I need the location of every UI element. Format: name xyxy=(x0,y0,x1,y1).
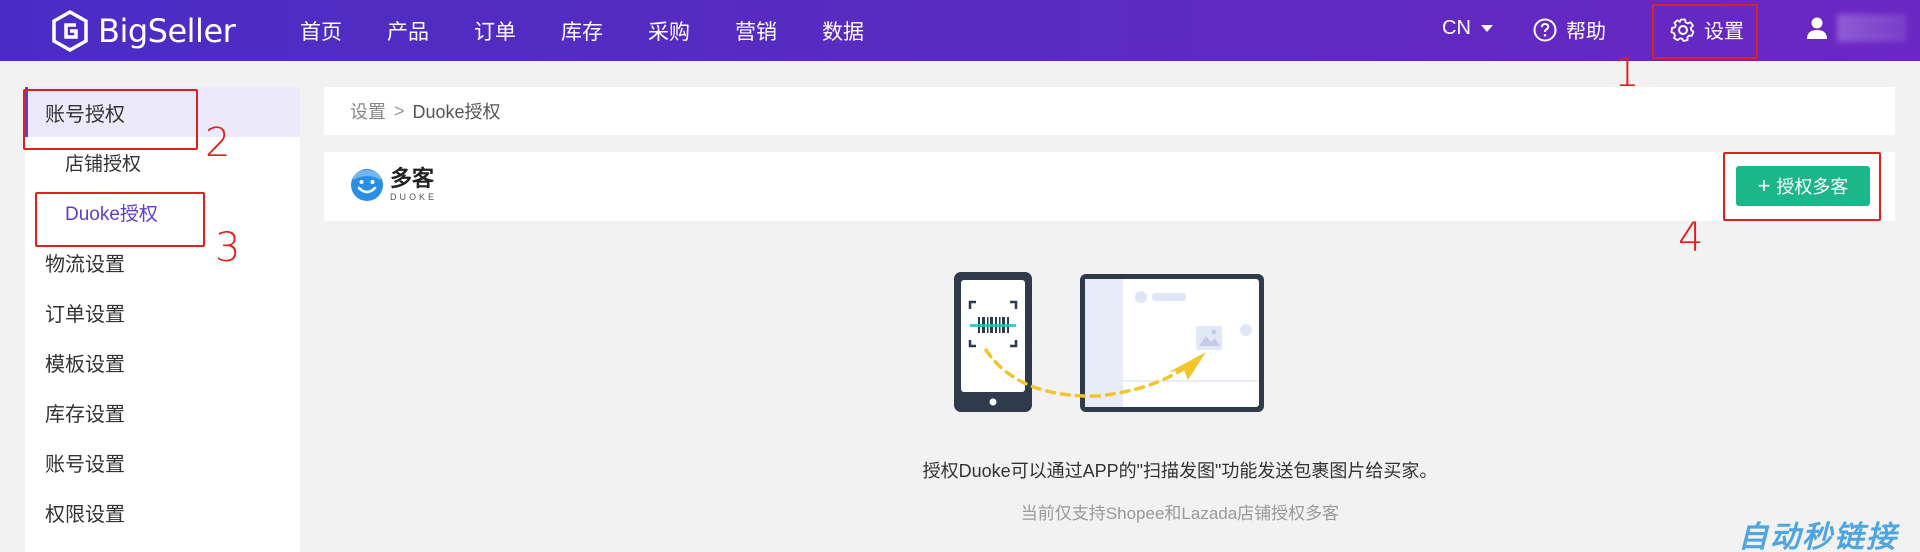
scan-send-illustration xyxy=(954,272,1264,412)
breadcrumb-current: Duoke授权 xyxy=(412,102,501,122)
user-menu[interactable] xyxy=(1805,14,1907,42)
duoke-name-en: DUOKE xyxy=(390,192,438,202)
annotation-number-2: 2 xyxy=(205,120,231,166)
breadcrumb-root[interactable]: 设置 xyxy=(350,98,386,124)
question-circle-icon xyxy=(1533,18,1557,41)
sidebar-item-inventory-settings[interactable]: 库存设置 xyxy=(25,387,300,437)
nav-marketing[interactable]: 营销 xyxy=(735,16,777,46)
main-nav: 首页 产品 订单 库存 采购 营销 数据 xyxy=(300,0,909,61)
language-label: CN xyxy=(1442,17,1471,39)
duoke-wordmark: 多客 DUOKE xyxy=(390,168,437,202)
annotation-box-account-authorization xyxy=(23,89,198,150)
duoke-description: 授权Duoke可以通过APP的"扫描发图"功能发送包裹图片给买家。 xyxy=(922,461,1438,481)
bigseller-logo-icon xyxy=(52,9,88,52)
breadcrumb: 设置 > Duoke授权 xyxy=(324,87,1895,135)
annotation-box-authorize-button xyxy=(1723,152,1881,221)
chevron-down-icon xyxy=(1480,25,1493,32)
annotation-box-duoke-authorization xyxy=(35,192,205,247)
nav-data[interactable]: 数据 xyxy=(822,16,864,46)
nav-orders[interactable]: 订单 xyxy=(474,16,516,46)
duoke-support-note: 当前仅支持Shopee和Lazada店铺授权多客 xyxy=(1020,504,1340,523)
annotation-number-1: 1 xyxy=(1614,50,1640,96)
help-link[interactable]: 帮助 xyxy=(1532,15,1606,44)
sidebar-item-permission-settings[interactable]: 权限设置 xyxy=(25,487,300,537)
nav-purchasing[interactable]: 采购 xyxy=(648,16,690,46)
breadcrumb-separator: > xyxy=(394,100,405,121)
phone-illustration xyxy=(954,272,1032,412)
watermark: 自动秒链接 xyxy=(1738,521,1898,552)
bigseller-logo[interactable]: BigSeller xyxy=(48,8,236,53)
sidebar-item-account-settings[interactable]: 账号设置 xyxy=(25,437,300,487)
username-redacted xyxy=(1837,14,1907,42)
annotation-box-settings xyxy=(1652,4,1758,59)
brand-name: BigSeller xyxy=(98,11,236,50)
sidebar-item-template-settings[interactable]: 模板设置 xyxy=(25,337,300,387)
annotation-number-3: 3 xyxy=(215,225,241,271)
duoke-name-cn: 多客 xyxy=(390,166,435,191)
settings-sidebar: 账号授权 店铺授权 Duoke授权 物流设置 订单设置 模板设置 库存设置 账号… xyxy=(25,87,300,552)
language-selector[interactable]: CN xyxy=(1442,17,1493,40)
nav-home[interactable]: 首页 xyxy=(300,16,342,46)
duoke-logo-icon xyxy=(351,169,383,201)
sidebar-item-order-settings[interactable]: 订单设置 xyxy=(25,287,300,337)
nav-products[interactable]: 产品 xyxy=(387,16,429,46)
user-icon xyxy=(1807,17,1827,39)
nav-inventory[interactable]: 库存 xyxy=(561,16,603,46)
help-label: 帮助 xyxy=(1566,21,1606,43)
screen-illustration xyxy=(1080,274,1264,412)
annotation-number-4: 4 xyxy=(1678,215,1704,261)
duoke-logo: 多客 DUOKE xyxy=(350,168,437,202)
duoke-card: 多客 DUOKE + 授权多客 xyxy=(324,152,1895,221)
